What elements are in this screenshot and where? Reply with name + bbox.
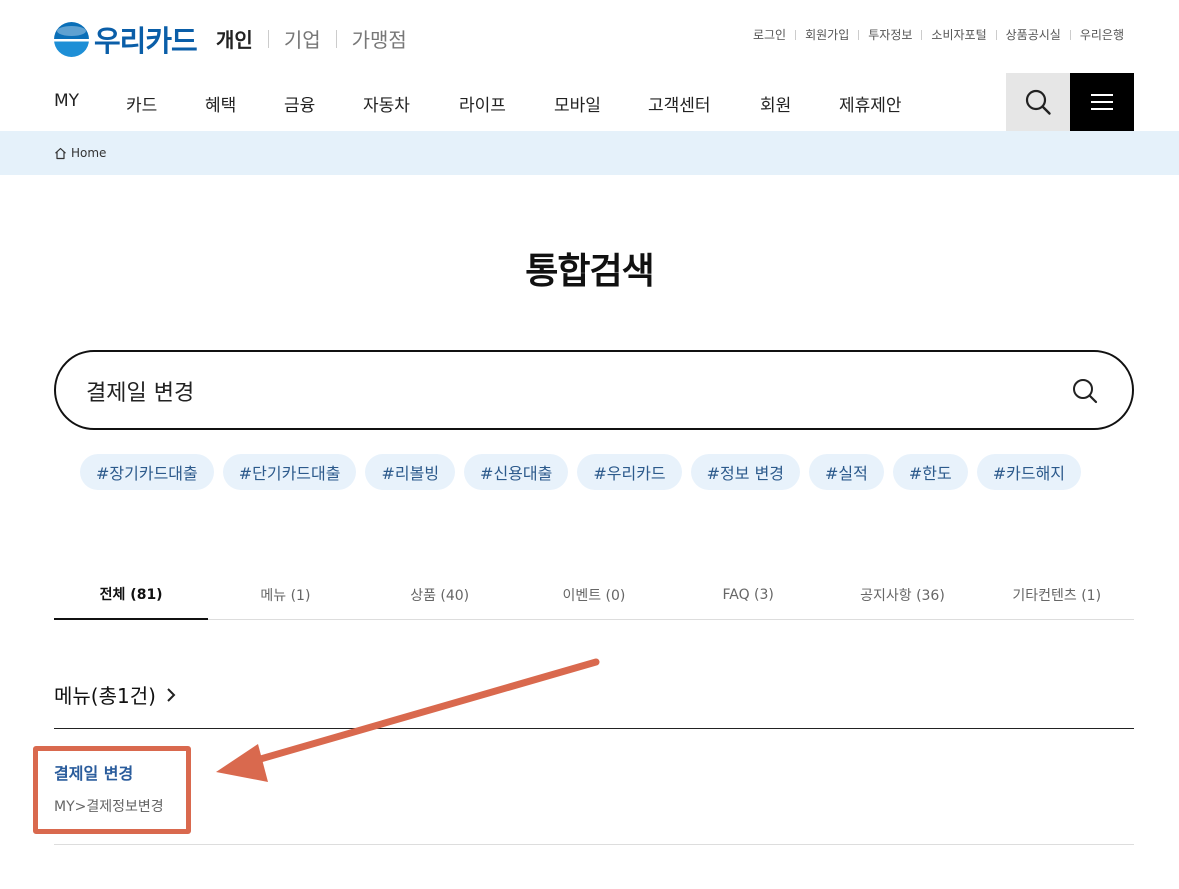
gnb-item-my[interactable]: MY bbox=[54, 91, 79, 111]
product-disclosure-link[interactable]: 상품공시실 bbox=[1006, 26, 1061, 43]
logo-mark-icon bbox=[54, 21, 89, 57]
divider bbox=[858, 29, 860, 40]
gnb-item-member[interactable]: 회원 bbox=[760, 91, 791, 116]
breadcrumb: Home bbox=[0, 131, 1179, 175]
tab-products[interactable]: 상품 (40) bbox=[363, 570, 517, 620]
breadcrumb-home[interactable]: Home bbox=[71, 146, 106, 160]
divider bbox=[335, 29, 337, 48]
divider bbox=[995, 29, 997, 40]
tag-item[interactable]: #신용대출 bbox=[464, 454, 569, 490]
woori-bank-link[interactable]: 우리은행 bbox=[1080, 26, 1124, 43]
tab-notices[interactable]: 공지사항 (36) bbox=[825, 570, 979, 620]
tag-item[interactable]: #한도 bbox=[892, 454, 968, 490]
login-link[interactable]: 로그인 bbox=[753, 26, 786, 43]
tab-menu[interactable]: 메뉴 (1) bbox=[208, 570, 362, 620]
gnb-menu-button[interactable] bbox=[1070, 73, 1134, 131]
investor-info-link[interactable]: 투자정보 bbox=[868, 26, 912, 43]
recommended-tags: #장기카드대출 #단기카드대출 #리볼빙 #신용대출 #우리카드 #정보 변경 … bbox=[80, 454, 1090, 490]
divider bbox=[267, 29, 269, 48]
gnb-item-mobile[interactable]: 모바일 bbox=[554, 91, 601, 116]
annotation-highlight-box bbox=[33, 746, 191, 834]
chevron-right-icon bbox=[166, 687, 176, 703]
woori-card-logo[interactable]: 우리카드 bbox=[54, 18, 198, 60]
home-icon[interactable] bbox=[54, 147, 67, 160]
search-icon bbox=[1073, 379, 1098, 404]
section-divider bbox=[54, 728, 1134, 729]
header-top: 우리카드 개인 기업 가맹점 로그인 회원가입 투자정보 소비자포털 상품공시실… bbox=[0, 0, 1179, 72]
site-switch-personal[interactable]: 개인 bbox=[216, 24, 253, 53]
tab-events[interactable]: 이벤트 (0) bbox=[517, 570, 671, 620]
site-switch: 개인 기업 가맹점 bbox=[216, 24, 407, 53]
section-heading-text: 메뉴(총1건) bbox=[54, 684, 156, 708]
divider bbox=[1069, 29, 1071, 40]
gnb-item-finance[interactable]: 금융 bbox=[284, 91, 315, 116]
search-icon bbox=[1025, 89, 1051, 115]
result-divider bbox=[54, 844, 1134, 845]
gnb-item-card[interactable]: 카드 bbox=[126, 91, 157, 116]
gnb-item-benefit[interactable]: 혜택 bbox=[205, 91, 236, 116]
search-button[interactable] bbox=[1068, 374, 1102, 408]
tag-item[interactable]: #장기카드대출 bbox=[80, 454, 214, 490]
gnb-search-button[interactable] bbox=[1006, 73, 1070, 131]
tag-item[interactable]: #우리카드 bbox=[577, 454, 682, 490]
tag-item[interactable]: #단기카드대출 bbox=[222, 454, 357, 490]
hamburger-menu-icon bbox=[1091, 94, 1113, 110]
gnb-item-car[interactable]: 자동차 bbox=[363, 91, 410, 116]
result-tabs: 전체 (81) 메뉴 (1) 상품 (40) 이벤트 (0) FAQ (3) 공… bbox=[54, 570, 1134, 620]
site-switch-corporate[interactable]: 기업 bbox=[284, 24, 321, 53]
page-title: 통합검색 bbox=[525, 251, 654, 292]
tag-item[interactable]: #리볼빙 bbox=[365, 454, 456, 490]
signup-link[interactable]: 회원가입 bbox=[805, 26, 849, 43]
search-input[interactable] bbox=[86, 374, 1046, 408]
menu-section-heading[interactable]: 메뉴(총1건) bbox=[54, 680, 176, 709]
gnb-item-life[interactable]: 라이프 bbox=[459, 91, 506, 116]
gnb-item-partner[interactable]: 제휴제안 bbox=[839, 91, 902, 116]
divider bbox=[795, 29, 797, 40]
consumer-portal-link[interactable]: 소비자포털 bbox=[931, 26, 986, 43]
divider bbox=[921, 29, 923, 40]
tab-all[interactable]: 전체 (81) bbox=[54, 570, 209, 620]
search-box bbox=[54, 350, 1134, 430]
site-switch-merchant[interactable]: 가맹점 bbox=[352, 24, 407, 53]
gnb-item-customer[interactable]: 고객센터 bbox=[648, 91, 711, 116]
tab-other-contents[interactable]: 기타컨텐츠 (1) bbox=[980, 570, 1134, 620]
logo-text: 우리카드 bbox=[94, 24, 198, 58]
tag-item[interactable]: #정보 변경 bbox=[690, 454, 801, 490]
tab-faq[interactable]: FAQ (3) bbox=[671, 570, 825, 620]
main-navigation: MY 카드 혜택 금융 자동차 라이프 모바일 고객센터 회원 제휴제안 bbox=[0, 72, 1179, 131]
tag-item[interactable]: #카드해지 bbox=[976, 454, 1082, 490]
tag-item[interactable]: #실적 bbox=[809, 454, 884, 490]
utility-links: 로그인 회원가입 투자정보 소비자포털 상품공시실 우리은행 bbox=[753, 26, 1124, 43]
